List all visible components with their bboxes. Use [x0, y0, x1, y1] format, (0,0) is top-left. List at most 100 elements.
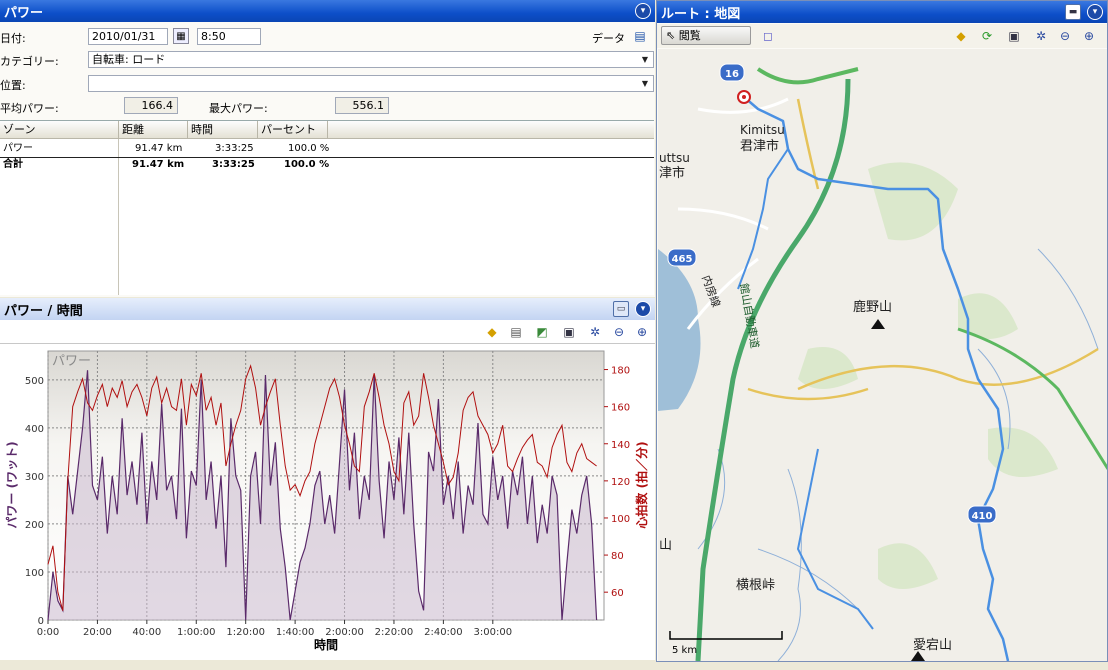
- chart-panel: パワー / 時間 ▭ ▾ ◆ ▤ ◩ ▣ ✲ ⊖ ⊕ 0 100 200 300 400…: [0, 298, 655, 660]
- date-field[interactable]: 2010/01/31: [88, 28, 168, 45]
- settings-icon[interactable]: ✲: [587, 324, 603, 340]
- table-row-total[interactable]: 合計 91.47 km 3:33:25 100.0 %: [0, 157, 654, 171]
- refresh-icon[interactable]: ⟳: [979, 28, 995, 44]
- y-axis-label: パワー (ワット): [5, 441, 19, 528]
- max-power-label: 最大パワー:: [209, 102, 268, 115]
- label-yokone: 横根峠: [736, 578, 775, 593]
- road: [747, 387, 869, 401]
- browse-label: 閲覧: [678, 29, 701, 42]
- river: [1037, 248, 1099, 350]
- label-kanozan: 鹿野山: [853, 299, 892, 315]
- diamond-icon[interactable]: ◆: [953, 28, 969, 44]
- avg-power-value: 166.4: [124, 97, 178, 114]
- label-atago: 愛宕山: [913, 638, 952, 653]
- cell-distance: 91.47 km: [132, 159, 185, 170]
- scale-bar: 5 km: [669, 631, 783, 656]
- cell-percent: 100.0 %: [284, 159, 330, 170]
- road: [677, 207, 769, 231]
- data-label: データ: [592, 32, 625, 45]
- column-header-percent[interactable]: パーセント: [258, 121, 328, 139]
- y-tick-label: 0: [38, 616, 44, 627]
- save-icon[interactable]: ▣: [561, 324, 577, 340]
- diamond-icon[interactable]: ◆: [484, 324, 500, 340]
- category-label: カテゴリー:: [0, 55, 59, 68]
- zoom-out-icon[interactable]: ⊖: [611, 324, 627, 340]
- table-row[interactable]: パワー 91.47 km 3:33:25 100.0 %: [0, 142, 654, 155]
- power-panel-title: パワー: [4, 5, 44, 21]
- layout-icon[interactable]: ▬: [1065, 4, 1081, 20]
- y-tick-label: 500: [25, 376, 44, 387]
- select-square-icon[interactable]: ◻: [760, 28, 776, 44]
- route-track: [796, 448, 874, 630]
- y2-tick-label: 80: [611, 551, 624, 562]
- column-header-time[interactable]: 時間: [188, 121, 258, 139]
- map-panel-title: ルート : 地図: [661, 6, 741, 22]
- calendar-icon[interactable]: ▦: [173, 28, 189, 44]
- scale-label: 5 km: [672, 645, 697, 656]
- category-value: 自転車: ロード: [92, 53, 166, 66]
- settings-icon[interactable]: ✲: [1033, 28, 1049, 44]
- map-panel-titlebar: ルート : 地図 ▬ ▾: [657, 1, 1107, 23]
- y-tick-label: 100: [25, 568, 44, 579]
- sea: [658, 249, 701, 411]
- cell-time: 3:33:25: [212, 159, 255, 170]
- zoom-in-icon[interactable]: ⊕: [634, 324, 650, 340]
- route-16-shield: 16: [719, 63, 745, 82]
- cell-distance: 91.47 km: [135, 143, 183, 154]
- x-tick-label: 2:00:00: [325, 627, 364, 638]
- forest-patch: [798, 347, 858, 389]
- browse-button[interactable]: ⇖ 閲覧: [661, 26, 751, 45]
- category-select[interactable]: 自転車: ロード ▼: [88, 51, 654, 68]
- x-tick-label: 40:00: [132, 627, 161, 638]
- max-power-value: 556.1: [335, 97, 389, 114]
- zoom-out-icon[interactable]: ⊖: [1057, 28, 1073, 44]
- chevron-down-icon[interactable]: ▼: [637, 76, 653, 91]
- collapse-icon[interactable]: ▾: [635, 3, 651, 19]
- column-header-filler: [328, 121, 654, 139]
- chart-watermark: パワー: [52, 354, 91, 369]
- x-tick-label: 2:40:00: [424, 627, 463, 638]
- collapse-icon[interactable]: ▾: [635, 301, 651, 317]
- x-axis-label: 時間: [314, 637, 338, 652]
- prefectural-roads: [747, 98, 1099, 401]
- power-panel: パワー ▾ 日付: 2010/01/31 ▦ 8:50 データ ▤ カテゴリー:…: [0, 0, 655, 297]
- avg-power-label: 平均パワー:: [0, 102, 59, 115]
- y2-tick-label: 160: [611, 403, 630, 414]
- time-field[interactable]: 8:50: [197, 28, 261, 45]
- route-map[interactable]: 16 465 410 Kimitsu 君津市 uttsu 津市 鹿野山 横根峠 …: [658, 49, 1108, 661]
- chevron-down-icon[interactable]: ▼: [637, 52, 653, 67]
- power-time-chart: 0 100 200 300 400 500 60 80 100 120 140 160 180 0:00 2…: [5, 350, 649, 652]
- label-expressway: 館山自動車道: [737, 282, 762, 349]
- power-panel-titlebar: パワー ▾: [0, 0, 655, 22]
- x-tick-label: 0:00: [37, 627, 59, 638]
- date-label: 日付:: [0, 32, 26, 45]
- route-410-shield: 410: [967, 505, 997, 524]
- column-header-zone[interactable]: ゾーン: [0, 121, 119, 139]
- chart-icon[interactable]: ◩: [534, 324, 550, 340]
- x-tick-label: 1:00:00: [177, 627, 216, 638]
- y-tick-label: 300: [25, 472, 44, 483]
- label-kimitsu-jp: 君津市: [740, 138, 779, 154]
- map-toolbar: ⇖ 閲覧 ◻ ◆ ⟳ ▣ ✲ ⊖ ⊕: [657, 24, 1107, 48]
- data-menu-icon[interactable]: ▤: [632, 28, 648, 44]
- collapse-icon[interactable]: ▾: [1087, 4, 1103, 20]
- y2-axis-label: 心拍数 (拍／分): [634, 441, 649, 528]
- route-410-label: 410: [972, 511, 993, 522]
- highway-line: [756, 67, 859, 85]
- location-label: 位置:: [0, 79, 26, 92]
- label-nakayama: 山: [659, 538, 672, 553]
- zoom-in-icon[interactable]: ⊕: [1081, 28, 1097, 44]
- chart-panel-titlebar: パワー / 時間 ▭ ▾: [0, 298, 655, 320]
- column-header-distance[interactable]: 距離: [119, 121, 188, 139]
- label-futtsu-en: uttsu: [659, 151, 690, 165]
- route-16-label: 16: [725, 69, 739, 80]
- cell-percent: 100.0 %: [288, 143, 330, 154]
- x-tick-label: 1:40:00: [276, 627, 315, 638]
- y2-tick-label: 120: [611, 477, 630, 488]
- layout-icon[interactable]: ▭: [613, 301, 629, 317]
- save-icon[interactable]: ▣: [1006, 28, 1022, 44]
- zone-table: ゾーン 距離 時間 パーセント パワー 91.47 km 3:33:25 100…: [0, 120, 654, 295]
- location-select[interactable]: ▼: [88, 75, 654, 92]
- label-kimitsu-en: Kimitsu: [740, 123, 785, 137]
- table-icon[interactable]: ▤: [508, 324, 524, 340]
